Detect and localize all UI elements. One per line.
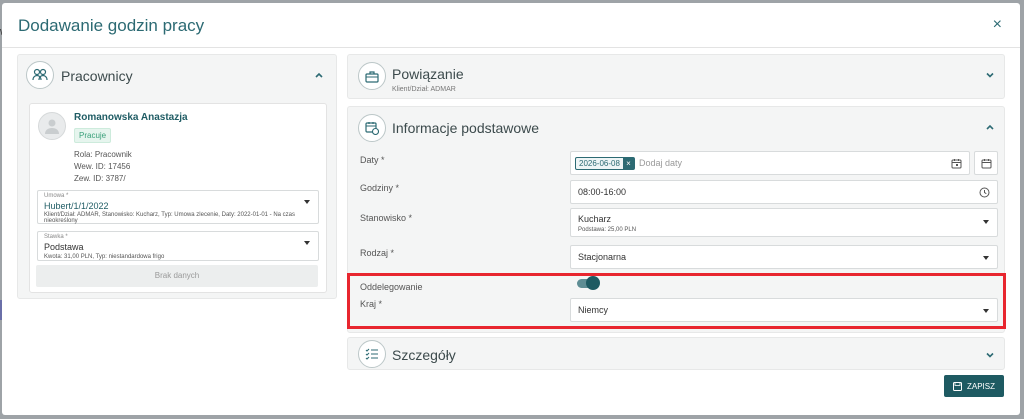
caret-down-icon (983, 220, 989, 224)
employee-external-id: Zew. ID: 3787/ (74, 174, 126, 183)
link-panel[interactable]: Powiązanie Klient/Dział: ADMAR (347, 54, 1005, 99)
type-label: Rodzaj * (360, 248, 395, 258)
caret-down-icon (304, 200, 310, 204)
save-icon (952, 381, 962, 391)
dates-input[interactable]: 2026-06-08 × Dodaj daty (570, 151, 970, 175)
hours-value: 08:00-16:00 (578, 187, 627, 197)
avatar (38, 112, 66, 140)
highlight-box (347, 273, 1006, 329)
link-panel-subtitle: Klient/Dział: ADMAR (392, 86, 456, 93)
employees-panel-title: Pracownicy (61, 68, 133, 84)
rate-details: Kwota: 31,00 PLN, Typ: niestandardowa fr… (44, 254, 165, 260)
basic-info-panel-header[interactable]: Informacje podstawowe (348, 107, 1004, 147)
dates-label: Daty * (360, 155, 385, 165)
users-icon (26, 61, 54, 89)
chevron-up-icon[interactable] (313, 69, 325, 81)
contract-value: Hubert/1/1/2022 (44, 201, 109, 211)
rate-value: Podstawa (44, 242, 84, 252)
caret-down-icon (304, 241, 310, 245)
date-chip-label: 2026-06-08 (579, 159, 620, 168)
calendar-clock-icon (358, 114, 386, 142)
position-label: Stanowisko * (360, 213, 413, 223)
status-badge: Pracuje (74, 128, 112, 143)
close-icon[interactable]: × (993, 17, 1002, 33)
employees-panel: Pracownicy Romanowska Anastazja Pracuje … (17, 54, 337, 299)
link-panel-title: Powiązanie (392, 66, 464, 82)
position-value: Kucharz (578, 214, 612, 224)
employee-internal-id: Wew. ID: 17456 (74, 162, 131, 171)
calendar-icon[interactable] (951, 158, 962, 169)
basic-info-panel-title: Informacje podstawowe (392, 120, 540, 136)
calendar-grid-icon (981, 159, 992, 169)
briefcase-icon (358, 62, 386, 90)
chevron-down-icon[interactable] (984, 69, 996, 81)
date-chip[interactable]: 2026-06-08 × (575, 157, 635, 170)
type-value: Stacjonarna (578, 252, 627, 262)
details-panel[interactable]: Szczegóły (347, 337, 1005, 370)
clock-icon[interactable] (979, 187, 990, 198)
employee-name[interactable]: Romanowska Anastazja (74, 112, 188, 123)
position-select[interactable]: Kucharz Podstawa: 25,00 PLN (570, 208, 998, 237)
chevron-down-icon[interactable] (984, 349, 996, 361)
calendar-button[interactable] (974, 151, 998, 175)
hours-input[interactable]: 08:00-16:00 (570, 180, 998, 204)
type-select[interactable]: Stacjonarna (570, 245, 998, 269)
contract-details-cont: nieokreślony (44, 218, 78, 224)
chevron-up-icon[interactable] (984, 121, 996, 133)
contract-select[interactable]: Umowa * Hubert/1/1/2022 Klient/Dział: AD… (37, 190, 319, 224)
employee-role: Rola: Pracownik (74, 150, 132, 159)
save-button-label: ZAPISZ (966, 381, 995, 391)
contract-details: Klient/Dział: ADMAR, Stanowisko: Kucharz… (44, 212, 295, 218)
save-button[interactable]: ZAPISZ (944, 375, 1004, 397)
position-sub: Podstawa: 25,00 PLN (578, 227, 637, 233)
hours-label: Godziny * (360, 183, 400, 193)
checklist-icon (358, 340, 386, 368)
add-work-hours-modal: Dodawanie godzin pracy × Pracownicy Roma… (2, 3, 1020, 415)
remove-date-icon[interactable]: × (622, 158, 634, 169)
contract-label: Umowa * (44, 193, 69, 199)
rate-select[interactable]: Stawka * Podstawa Kwota: 31,00 PLN, Typ:… (37, 231, 319, 261)
caret-down-icon (983, 256, 989, 260)
employees-panel-header[interactable]: Pracownicy (18, 55, 336, 95)
no-data-button[interactable]: Brak danych (36, 265, 318, 287)
rate-label: Stawka * (44, 234, 68, 240)
dates-placeholder: Dodaj daty (639, 158, 683, 168)
details-panel-title: Szczegóły (392, 347, 456, 363)
person-icon (45, 119, 59, 134)
modal-title: Dodawanie godzin pracy (18, 16, 205, 35)
modal-header: Dodawanie godzin pracy × (2, 3, 1020, 48)
